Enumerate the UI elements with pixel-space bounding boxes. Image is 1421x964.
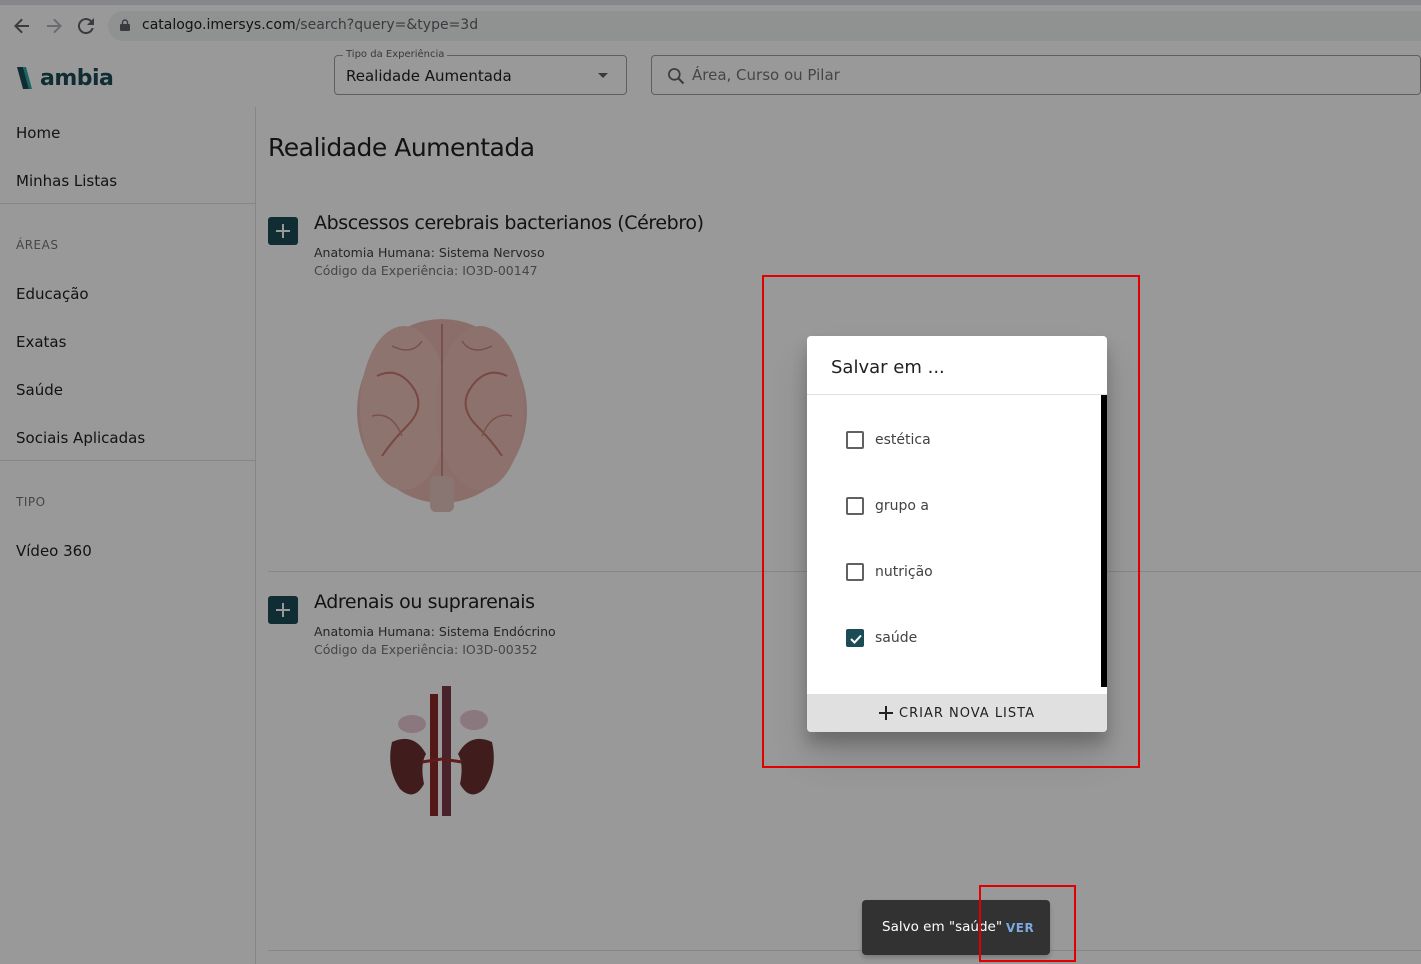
- annotation-box-snackbar-action: [979, 885, 1076, 962]
- modal-backdrop[interactable]: [0, 0, 1421, 964]
- annotation-box-dialog: [762, 275, 1140, 768]
